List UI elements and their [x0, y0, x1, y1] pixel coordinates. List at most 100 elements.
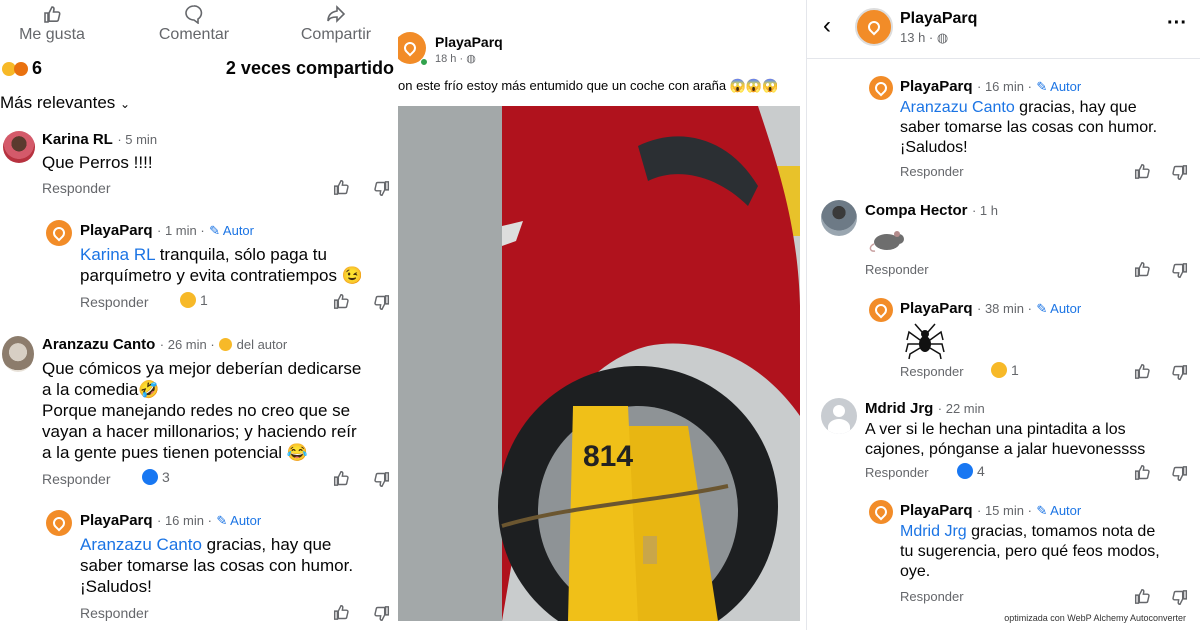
- playaparq-logo-icon[interactable]: [869, 298, 893, 322]
- playaparq-logo-icon[interactable]: [46, 510, 72, 536]
- reaction-count: 6: [32, 58, 43, 78]
- thumbs-up-icon[interactable]: [1133, 260, 1151, 278]
- thumbs-down-icon[interactable]: [1171, 262, 1189, 280]
- haha-emoji-icon: [180, 292, 196, 308]
- avatar[interactable]: [2, 336, 34, 372]
- reply-button[interactable]: Responder: [80, 605, 149, 621]
- haha-emoji-icon: [219, 338, 233, 352]
- thumbs-down-icon[interactable]: [373, 471, 391, 489]
- comment-item: Karina RL · 5 min Que Perros !!!! Respon…: [0, 128, 398, 198]
- left-comments-panel: Me gusta Comentar Compartir 6 2 veces co…: [0, 0, 398, 630]
- comment-time: · 16 min ·: [977, 79, 1032, 94]
- comment-time: · 26 min ·: [159, 337, 215, 352]
- author-badge: ✎ Autor: [1036, 301, 1082, 316]
- reply-button[interactable]: Responder: [42, 180, 111, 196]
- more-options-icon[interactable]: ···: [1167, 12, 1187, 35]
- comment-text: Aranzazu Canto gracias, hay que saber to…: [900, 99, 1158, 156]
- avatar[interactable]: [821, 200, 857, 236]
- thumbs-up-icon[interactable]: [1133, 463, 1151, 481]
- share-count[interactable]: 2 veces compartido: [226, 58, 394, 79]
- page-name[interactable]: PlayaParq: [435, 34, 503, 50]
- thumbs-up-icon[interactable]: [332, 178, 350, 196]
- reaction-summary[interactable]: 6: [2, 58, 42, 79]
- like-icon: [44, 6, 61, 23]
- mention-link[interactable]: Mdrid Jrg: [900, 523, 967, 540]
- reply-button[interactable]: Responder: [865, 465, 929, 480]
- reply-button[interactable]: Responder: [900, 589, 964, 604]
- thumbs-up-icon[interactable]: [1133, 362, 1151, 380]
- comment-text: Aranzazu Canto gracias, hay que saber to…: [80, 535, 354, 596]
- reply-comment-item: PlayaParq · 16 min · ✎ Autor Aranzazu Ca…: [0, 508, 398, 630]
- comment-time: · 15 min ·: [977, 503, 1032, 518]
- commenter-name[interactable]: Karina RL: [42, 131, 113, 148]
- author-badge: ✎ Autor: [209, 223, 254, 238]
- comment-sort-dropdown[interactable]: Más relevantes ⌄: [0, 93, 130, 113]
- page-name[interactable]: PlayaParq: [900, 10, 977, 28]
- comment-text: Karina RL tranquila, sólo paga tu parquí…: [80, 245, 363, 285]
- commenter-name[interactable]: PlayaParq: [80, 222, 153, 239]
- globe-icon: ◍: [936, 30, 949, 45]
- comment-time: · 1 h: [971, 203, 998, 218]
- post-text: on este frío estoy más entumido que un c…: [398, 78, 779, 93]
- author-badge: ✎ Autor: [1036, 503, 1082, 518]
- comment-action-button[interactable]: Comentar: [150, 4, 238, 44]
- comment-time: · 1 min ·: [157, 223, 205, 238]
- reply-comment-item: PlayaParq · 38 min · ✎ Autor Responder 1: [807, 296, 1200, 386]
- thumbs-down-icon[interactable]: [373, 294, 391, 312]
- commenter-name[interactable]: PlayaParq: [900, 78, 973, 95]
- reply-button[interactable]: Responder: [80, 294, 149, 310]
- comment-label: Comentar: [158, 26, 230, 43]
- author-badge: ✎ Autor: [216, 513, 262, 528]
- commenter-name[interactable]: PlayaParq: [900, 502, 973, 519]
- reply-button[interactable]: Responder: [900, 164, 964, 179]
- reply-button[interactable]: Responder: [900, 364, 964, 379]
- comment-text: Que Perros !!!!: [42, 153, 153, 172]
- comment-icon: [185, 5, 203, 24]
- thumbs-up-icon[interactable]: [332, 292, 350, 310]
- thumbs-up-icon[interactable]: [332, 603, 350, 621]
- reply-button[interactable]: Responder: [42, 471, 111, 487]
- comment-time: · 38 min ·: [977, 301, 1032, 316]
- thumbs-down-icon[interactable]: [1171, 589, 1189, 607]
- avatar[interactable]: [3, 131, 35, 163]
- thumbs-up-icon[interactable]: [1133, 162, 1151, 180]
- thumbs-down-icon[interactable]: [1171, 164, 1189, 182]
- post-panel: PlayaParq 18 h · ◍ on este frío estoy má…: [398, 0, 806, 630]
- divider: [807, 58, 1200, 59]
- share-icon: [327, 5, 346, 23]
- sort-label: Más relevantes: [0, 93, 116, 112]
- commenter-name[interactable]: Compa Hector: [865, 202, 968, 219]
- commenter-name[interactable]: Mdrid Jrg: [865, 400, 933, 417]
- reaction-count-badge[interactable]: 1: [991, 362, 1019, 378]
- thumbs-down-icon[interactable]: [373, 605, 391, 623]
- reply-button[interactable]: Responder: [865, 262, 929, 277]
- rat-emoji-icon: [869, 231, 904, 252]
- mention-link[interactable]: Karina RL: [80, 245, 155, 264]
- thumbs-up-icon[interactable]: [1133, 587, 1151, 605]
- playaparq-logo-icon[interactable]: [46, 220, 72, 246]
- like-action-button[interactable]: Me gusta: [14, 4, 90, 44]
- post-photo[interactable]: 814: [398, 106, 800, 621]
- mention-link[interactable]: Aranzazu Canto: [80, 535, 202, 554]
- thumbs-up-icon[interactable]: [332, 469, 350, 487]
- back-arrow-icon[interactable]: ‹: [823, 12, 831, 40]
- reply-comment-item: PlayaParq · 16 min · ✎ Autor Aranzazu Ca…: [807, 74, 1200, 182]
- mention-link[interactable]: Aranzazu Canto: [900, 99, 1015, 116]
- reaction-count-badge[interactable]: 4: [957, 463, 985, 479]
- comment-text: A ver si le hechan una pintadita a los c…: [865, 421, 1146, 458]
- thumbs-down-icon[interactable]: [1171, 465, 1189, 483]
- car-clamp-photo: 814: [398, 106, 800, 621]
- commenter-name[interactable]: PlayaParq: [80, 512, 153, 529]
- reaction-count-badge[interactable]: 1: [180, 292, 208, 308]
- playaparq-logo-icon[interactable]: [869, 76, 893, 100]
- playaparq-logo-icon[interactable]: [869, 500, 893, 524]
- default-avatar-icon[interactable]: [821, 398, 857, 434]
- thumbs-down-icon[interactable]: [1171, 364, 1189, 382]
- commenter-name[interactable]: PlayaParq: [900, 300, 973, 317]
- thumbs-down-icon[interactable]: [373, 180, 391, 198]
- playaparq-logo-icon[interactable]: [855, 8, 893, 46]
- reaction-count-badge[interactable]: 3: [142, 469, 170, 485]
- share-action-button[interactable]: Compartir: [292, 4, 380, 44]
- commenter-name[interactable]: Aranzazu Canto: [42, 336, 155, 353]
- reply-comment-item: PlayaParq · 15 min · ✎ Autor Mdrid Jrg g…: [807, 498, 1200, 610]
